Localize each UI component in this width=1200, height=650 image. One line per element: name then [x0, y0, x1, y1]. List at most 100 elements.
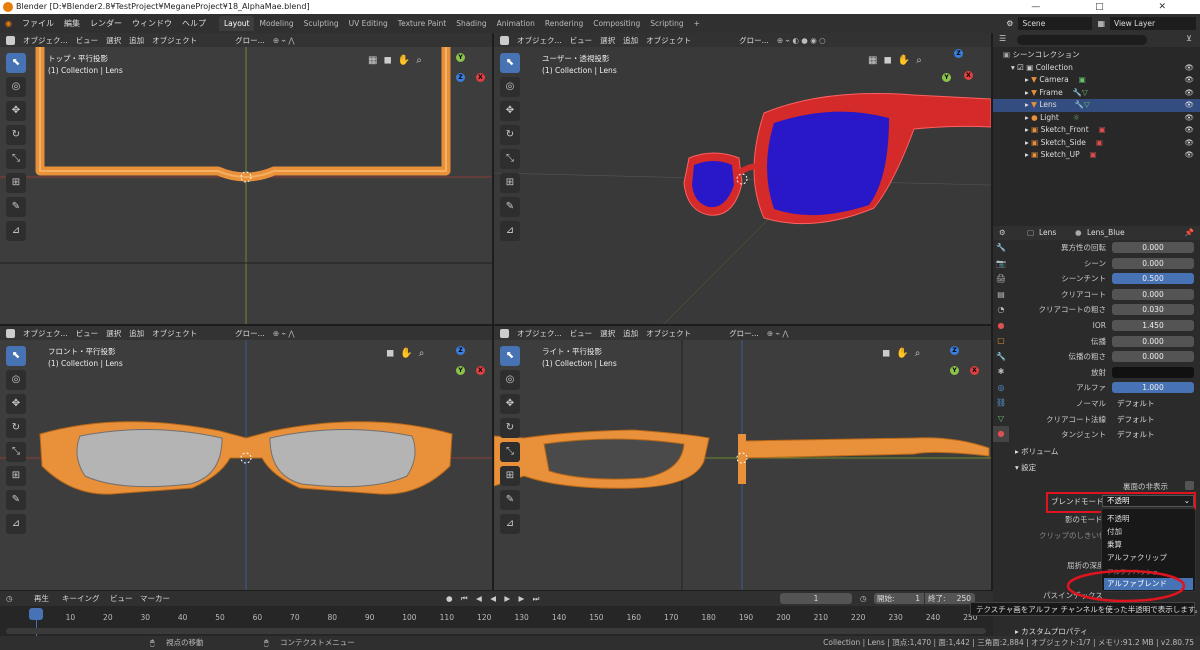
property-value-field[interactable]: デフォルト: [1112, 429, 1194, 441]
snap-icon[interactable]: ⊕ ⌁ ⋀: [273, 36, 295, 45]
menu-window[interactable]: ウィンドウ: [127, 18, 177, 29]
filter-icon[interactable]: ⊻: [1186, 34, 1192, 43]
menu-view[interactable]: ビュー: [110, 591, 133, 606]
outliner-item-lens[interactable]: ▸ ▼ Lens 🔧▽ 👁: [993, 99, 1200, 112]
menu-view[interactable]: ビュー: [76, 328, 99, 339]
transform-tool-icon[interactable]: ⊞: [500, 173, 520, 193]
cursor-tool-icon[interactable]: ◎: [500, 370, 520, 390]
tab-animation[interactable]: Animation: [492, 16, 540, 31]
option-alpha-clip[interactable]: アルファクリップ: [1107, 552, 1167, 563]
scene-selector[interactable]: Scene: [1018, 17, 1093, 30]
annotate-tool-icon[interactable]: ✎: [500, 197, 520, 217]
menu-select[interactable]: 選択: [600, 328, 615, 339]
tab-rendering[interactable]: Rendering: [540, 16, 588, 31]
property-value-field[interactable]: 0.000: [1112, 242, 1194, 253]
outliner-item-sketch-side[interactable]: ▸ ▣ Sketch_Side ▣ 👁: [993, 137, 1200, 150]
gizmo-x-icon[interactable]: X: [970, 366, 979, 375]
visibility-eye-icon[interactable]: 👁: [1184, 149, 1194, 162]
outliner-item-camera[interactable]: ▸ ▼ Camera ▣ 👁: [993, 74, 1200, 87]
editor-type-icon[interactable]: [500, 328, 509, 338]
move-tool-icon[interactable]: ✥: [500, 101, 520, 121]
rotate-tool-icon[interactable]: ↻: [6, 125, 26, 145]
pan-hand-icon[interactable]: ✋: [400, 348, 412, 359]
axis-gizmo[interactable]: Z X Y: [940, 49, 974, 99]
add-workspace-button[interactable]: +: [689, 16, 705, 31]
menu-add[interactable]: 追加: [623, 35, 638, 46]
blend-mode-select[interactable]: 不透明 ⌄: [1102, 495, 1194, 507]
pan-hand-icon[interactable]: ✋: [398, 55, 410, 66]
orientation-selector[interactable]: グロー...: [729, 328, 759, 339]
tab-sculpting[interactable]: Sculpting: [299, 16, 344, 31]
cursor-tool-icon[interactable]: ◎: [6, 370, 26, 390]
gizmo-z-icon[interactable]: Z: [954, 49, 963, 58]
grid-icon[interactable]: ▦: [368, 55, 377, 66]
property-value-field[interactable]: [1112, 366, 1194, 378]
property-value-field[interactable]: 0.000: [1112, 288, 1194, 300]
menu-playback[interactable]: 再生: [34, 591, 49, 606]
gizmo-y-icon[interactable]: Y: [950, 366, 959, 375]
rotate-tool-icon[interactable]: ↻: [6, 418, 26, 438]
scale-tool-icon[interactable]: ⤡: [6, 149, 26, 169]
outliner-item-frame[interactable]: ▸ ▼ Frame 🔧▽ 👁: [993, 87, 1200, 100]
scale-tool-icon[interactable]: ⤡: [6, 442, 26, 462]
grid-icon[interactable]: ▦: [868, 55, 877, 66]
visibility-eye-icon[interactable]: 👁: [1184, 87, 1194, 100]
measure-tool-icon[interactable]: ⊿: [500, 514, 520, 534]
menu-add[interactable]: 追加: [129, 35, 144, 46]
property-value-field[interactable]: 1.450: [1112, 320, 1194, 331]
option-multiply[interactable]: 乗算: [1107, 539, 1122, 550]
end-frame-field[interactable]: 終了: 250: [925, 593, 975, 604]
checkbox-icon[interactable]: ☑: [1017, 63, 1026, 72]
menu-object[interactable]: オブジェクト: [152, 35, 197, 46]
gizmo-x-icon[interactable]: X: [964, 71, 973, 80]
menu-add[interactable]: 追加: [129, 328, 144, 339]
viewport-front[interactable]: オブジェク... ビュー 選択 追加 オブジェクト グロー... ⊕ ⌁ ⋀ ⬉…: [0, 326, 492, 590]
property-value-field[interactable]: デフォルト: [1112, 398, 1194, 409]
outliner-collection[interactable]: ▾ ☑ ▣ Collection 👁: [993, 62, 1200, 75]
gizmo-y-icon[interactable]: Y: [456, 53, 465, 62]
property-value-field[interactable]: 0.030: [1112, 304, 1194, 316]
menu-select[interactable]: 選択: [106, 328, 121, 339]
select-tool-icon[interactable]: ⬉: [500, 346, 520, 366]
menu-select[interactable]: 選択: [106, 35, 121, 46]
tab-shading[interactable]: Shading: [451, 16, 491, 31]
tab-layout[interactable]: Layout: [218, 16, 255, 31]
tab-modeling[interactable]: Modeling: [254, 16, 298, 31]
move-tool-icon[interactable]: ✥: [6, 101, 26, 121]
viewport-top[interactable]: オブジェク... ビュー 選択 追加 オブジェクト グロー... ⊕ ⌁ ⋀ ⬉…: [0, 33, 492, 324]
outliner-item-light[interactable]: ▸ ● Light ☼ 👁: [993, 112, 1200, 125]
menu-object[interactable]: オブジェクト: [646, 328, 691, 339]
property-value-field[interactable]: 0.000: [1112, 257, 1194, 269]
gizmo-z-icon[interactable]: Z: [456, 73, 465, 82]
editor-type-icon[interactable]: [6, 328, 15, 338]
pan-hand-icon[interactable]: ✋: [898, 55, 910, 66]
visibility-eye-icon[interactable]: 👁: [1184, 112, 1194, 125]
tab-scripting[interactable]: Scripting: [645, 16, 688, 31]
gizmo-z-icon[interactable]: Z: [456, 346, 465, 355]
gizmo-x-icon[interactable]: X: [476, 73, 485, 82]
mode-selector[interactable]: オブジェク...: [517, 328, 562, 339]
scale-tool-icon[interactable]: ⤡: [500, 442, 520, 462]
snap-icon[interactable]: ⊕ ⌁ ⋀: [273, 329, 295, 338]
cursor-tool-icon[interactable]: ◎: [500, 77, 520, 97]
menu-select[interactable]: 選択: [600, 35, 615, 46]
mode-selector[interactable]: オブジェク...: [517, 35, 562, 46]
zoom-icon[interactable]: ⌕: [915, 348, 921, 359]
timeline-scrollbar[interactable]: [6, 628, 986, 634]
viewport-right[interactable]: オブジェク... ビュー 選択 追加 オブジェクト グロー... ⊕ ⌁ ⋀ ⬉…: [494, 326, 991, 590]
editor-type-icon[interactable]: [500, 35, 509, 45]
camera-view-icon[interactable]: ◼: [386, 348, 394, 359]
axis-gizmo[interactable]: Y Z X: [452, 51, 486, 101]
outliner-item-sketch-front[interactable]: ▸ ▣ Sketch_Front ▣ 👁: [993, 124, 1200, 137]
view-layer-selector[interactable]: View Layer: [1110, 17, 1196, 30]
visibility-eye-icon[interactable]: 👁: [1184, 137, 1194, 150]
visibility-eye-icon[interactable]: 👁: [1184, 74, 1194, 87]
annotate-tool-icon[interactable]: ✎: [6, 490, 26, 510]
shading-icons[interactable]: ⊕ ⌁ ◐ ● ◉ ○: [777, 36, 826, 45]
zoom-icon[interactable]: ⌕: [916, 55, 922, 66]
gizmo-y-icon[interactable]: Y: [942, 73, 951, 82]
cursor-tool-icon[interactable]: ◎: [6, 77, 26, 97]
transform-tool-icon[interactable]: ⊞: [6, 466, 26, 486]
mode-selector[interactable]: オブジェク...: [23, 35, 68, 46]
current-frame-field[interactable]: 1: [780, 593, 852, 604]
